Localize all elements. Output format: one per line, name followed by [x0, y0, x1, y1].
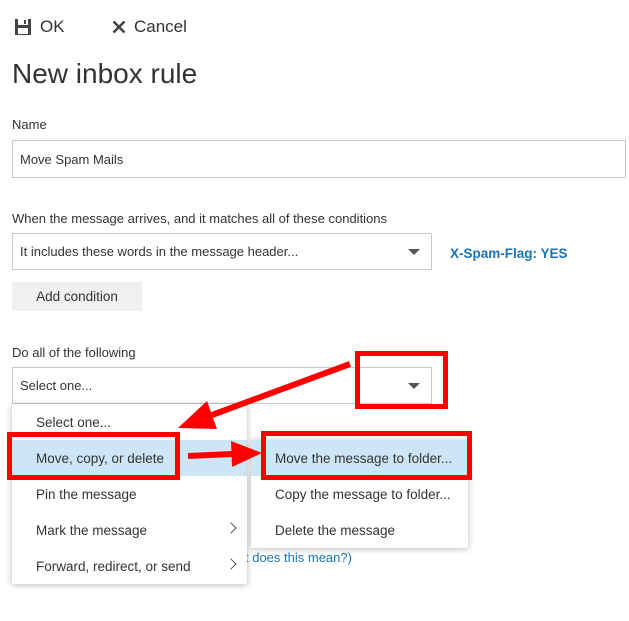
arrow-annotation-2 [187, 441, 262, 467]
annotation-arrows [178, 361, 352, 467]
arrow-annotation-1 [178, 361, 352, 429]
